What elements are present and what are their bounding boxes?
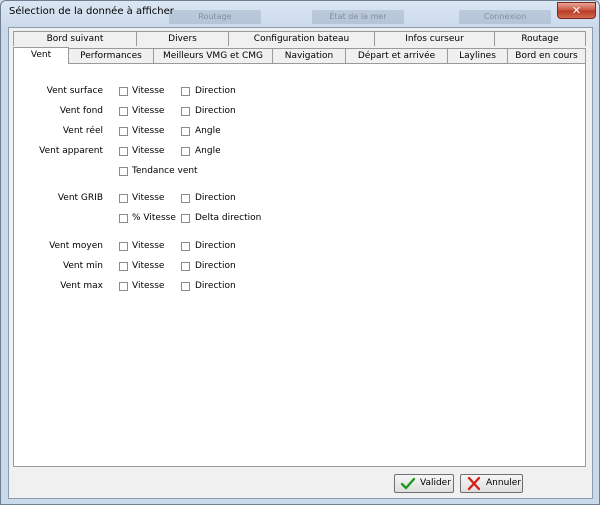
row-label: Vent GRIB: [57, 193, 103, 203]
tab-label: Infos curseur: [405, 34, 464, 44]
row-label: Vent min: [62, 261, 103, 271]
vent-max-vitesse-checkbox[interactable]: [119, 282, 128, 291]
pourcent-vitesse-checkbox[interactable]: [119, 214, 128, 223]
cancel-button[interactable]: Annuler: [460, 474, 523, 493]
checkbox-label: Vitesse: [132, 106, 165, 116]
checkbox-label: Direction: [195, 241, 236, 251]
checkbox-label: Vitesse: [132, 261, 165, 271]
option-row: Vent min Vitesse Direction: [14, 260, 587, 274]
validate-label: Valider: [420, 478, 451, 488]
background-tab: Routage: [169, 10, 261, 24]
tab-divers[interactable]: Divers: [136, 31, 229, 46]
vent-moyen-direction-checkbox[interactable]: [181, 242, 190, 251]
tab-bord-suivant[interactable]: Bord suivant: [13, 31, 137, 46]
checkbox-label: Angle: [195, 146, 221, 156]
tab-label: Meilleurs VMG et CMG: [162, 51, 263, 61]
checkbox-label: Delta direction: [195, 213, 262, 223]
vent-fond-vitesse-checkbox[interactable]: [119, 107, 128, 116]
cross-icon: [467, 476, 481, 491]
tab-infos-curseur[interactable]: Infos curseur: [374, 31, 495, 46]
vent-reel-vitesse-checkbox[interactable]: [119, 127, 128, 136]
option-row: Vent apparent Vitesse Angle: [14, 145, 587, 159]
option-row: Vent réel Vitesse Angle: [14, 125, 587, 139]
tendance-vent-checkbox[interactable]: [119, 167, 128, 176]
vent-grib-direction-checkbox[interactable]: [181, 194, 190, 203]
checkbox-label: Direction: [195, 261, 236, 271]
tab-label: Routage: [521, 34, 559, 44]
checkbox-label: % Vitesse: [132, 213, 176, 223]
tab-routage[interactable]: Routage: [494, 31, 586, 46]
tab-depart-arrivee[interactable]: Départ et arrivée: [345, 48, 448, 63]
checkbox-label: Vitesse: [132, 86, 165, 96]
tab-label: Laylines: [459, 51, 496, 61]
tab-configuration-bateau[interactable]: Configuration bateau: [228, 31, 375, 46]
option-row: Vent surface Vitesse Direction: [14, 85, 587, 99]
tab-meilleurs-vmg-cmg[interactable]: Meilleurs VMG et CMG: [153, 48, 273, 63]
tab-panel-vent: Vent surface Vitesse Direction Vent fond…: [13, 63, 586, 467]
background-tab: État de la mer: [312, 10, 404, 24]
tab-vent[interactable]: Vent: [13, 47, 69, 64]
tab-label: Performances: [80, 51, 142, 61]
vent-moyen-vitesse-checkbox[interactable]: [119, 242, 128, 251]
title-bar[interactable]: Routage État de la mer Connexion Sélecti…: [1, 1, 599, 27]
checkbox-label: Vitesse: [132, 126, 165, 136]
vent-max-direction-checkbox[interactable]: [181, 282, 190, 291]
tab-label: Départ et arrivée: [357, 51, 436, 61]
tab-label: Bord en cours: [515, 51, 578, 61]
checkbox-label: Direction: [195, 86, 236, 96]
tab-label: Divers: [168, 34, 197, 44]
checkbox-label: Vitesse: [132, 281, 165, 291]
window-title: Sélection de la donnée à afficher: [9, 6, 174, 17]
checkbox-label: Vitesse: [132, 146, 165, 156]
option-row: Vent max Vitesse Direction: [14, 280, 587, 294]
checkbox-label: Vitesse: [132, 193, 165, 203]
checkbox-label: Direction: [195, 106, 236, 116]
tab-label: Bord suivant: [46, 34, 104, 44]
checkbox-label: Direction: [195, 281, 236, 291]
checkbox-label: Tendance vent: [132, 166, 198, 176]
validate-button[interactable]: Valider: [394, 474, 454, 493]
row-label: Vent fond: [59, 106, 103, 116]
checkbox-label: Direction: [195, 193, 236, 203]
vent-fond-direction-checkbox[interactable]: [181, 107, 190, 116]
tab-laylines[interactable]: Laylines: [447, 48, 508, 63]
vent-grib-vitesse-checkbox[interactable]: [119, 194, 128, 203]
tab-performances[interactable]: Performances: [68, 48, 154, 63]
vent-reel-angle-checkbox[interactable]: [181, 127, 190, 136]
delta-direction-checkbox[interactable]: [181, 214, 190, 223]
tab-label: Navigation: [284, 51, 334, 61]
tab-label: Vent: [30, 50, 52, 60]
close-icon: ✕: [571, 4, 582, 17]
close-button[interactable]: ✕: [557, 2, 596, 19]
option-row: Vent fond Vitesse Direction: [14, 105, 587, 119]
vent-surface-direction-checkbox[interactable]: [181, 87, 190, 96]
checkbox-label: Vitesse: [132, 241, 165, 251]
row-label: Vent moyen: [49, 241, 103, 251]
checkbox-label: Angle: [195, 126, 221, 136]
tab-label: Configuration bateau: [253, 34, 350, 44]
option-row: % Vitesse Delta direction: [14, 212, 587, 226]
row-label: Vent surface: [46, 86, 103, 96]
row-label: Vent max: [60, 281, 103, 291]
option-row: Tendance vent: [14, 165, 587, 179]
vent-apparent-vitesse-checkbox[interactable]: [119, 147, 128, 156]
cancel-label: Annuler: [486, 478, 522, 488]
tab-navigation[interactable]: Navigation: [272, 48, 346, 63]
vent-min-vitesse-checkbox[interactable]: [119, 262, 128, 271]
option-row: Vent moyen Vitesse Direction: [14, 240, 587, 254]
option-row: Vent GRIB Vitesse Direction: [14, 192, 587, 206]
row-label: Vent apparent: [39, 146, 103, 156]
vent-apparent-angle-checkbox[interactable]: [181, 147, 190, 156]
row-label: Vent réel: [62, 126, 103, 136]
vent-min-direction-checkbox[interactable]: [181, 262, 190, 271]
dialog-body: Bord suivant Divers Configuration bateau…: [8, 27, 593, 499]
vent-surface-vitesse-checkbox[interactable]: [119, 87, 128, 96]
checkmark-icon: [400, 477, 416, 490]
dialog-window: Routage État de la mer Connexion Sélecti…: [0, 0, 600, 505]
background-tab: Connexion: [459, 10, 551, 24]
tab-bord-en-cours[interactable]: Bord en cours: [507, 48, 586, 63]
